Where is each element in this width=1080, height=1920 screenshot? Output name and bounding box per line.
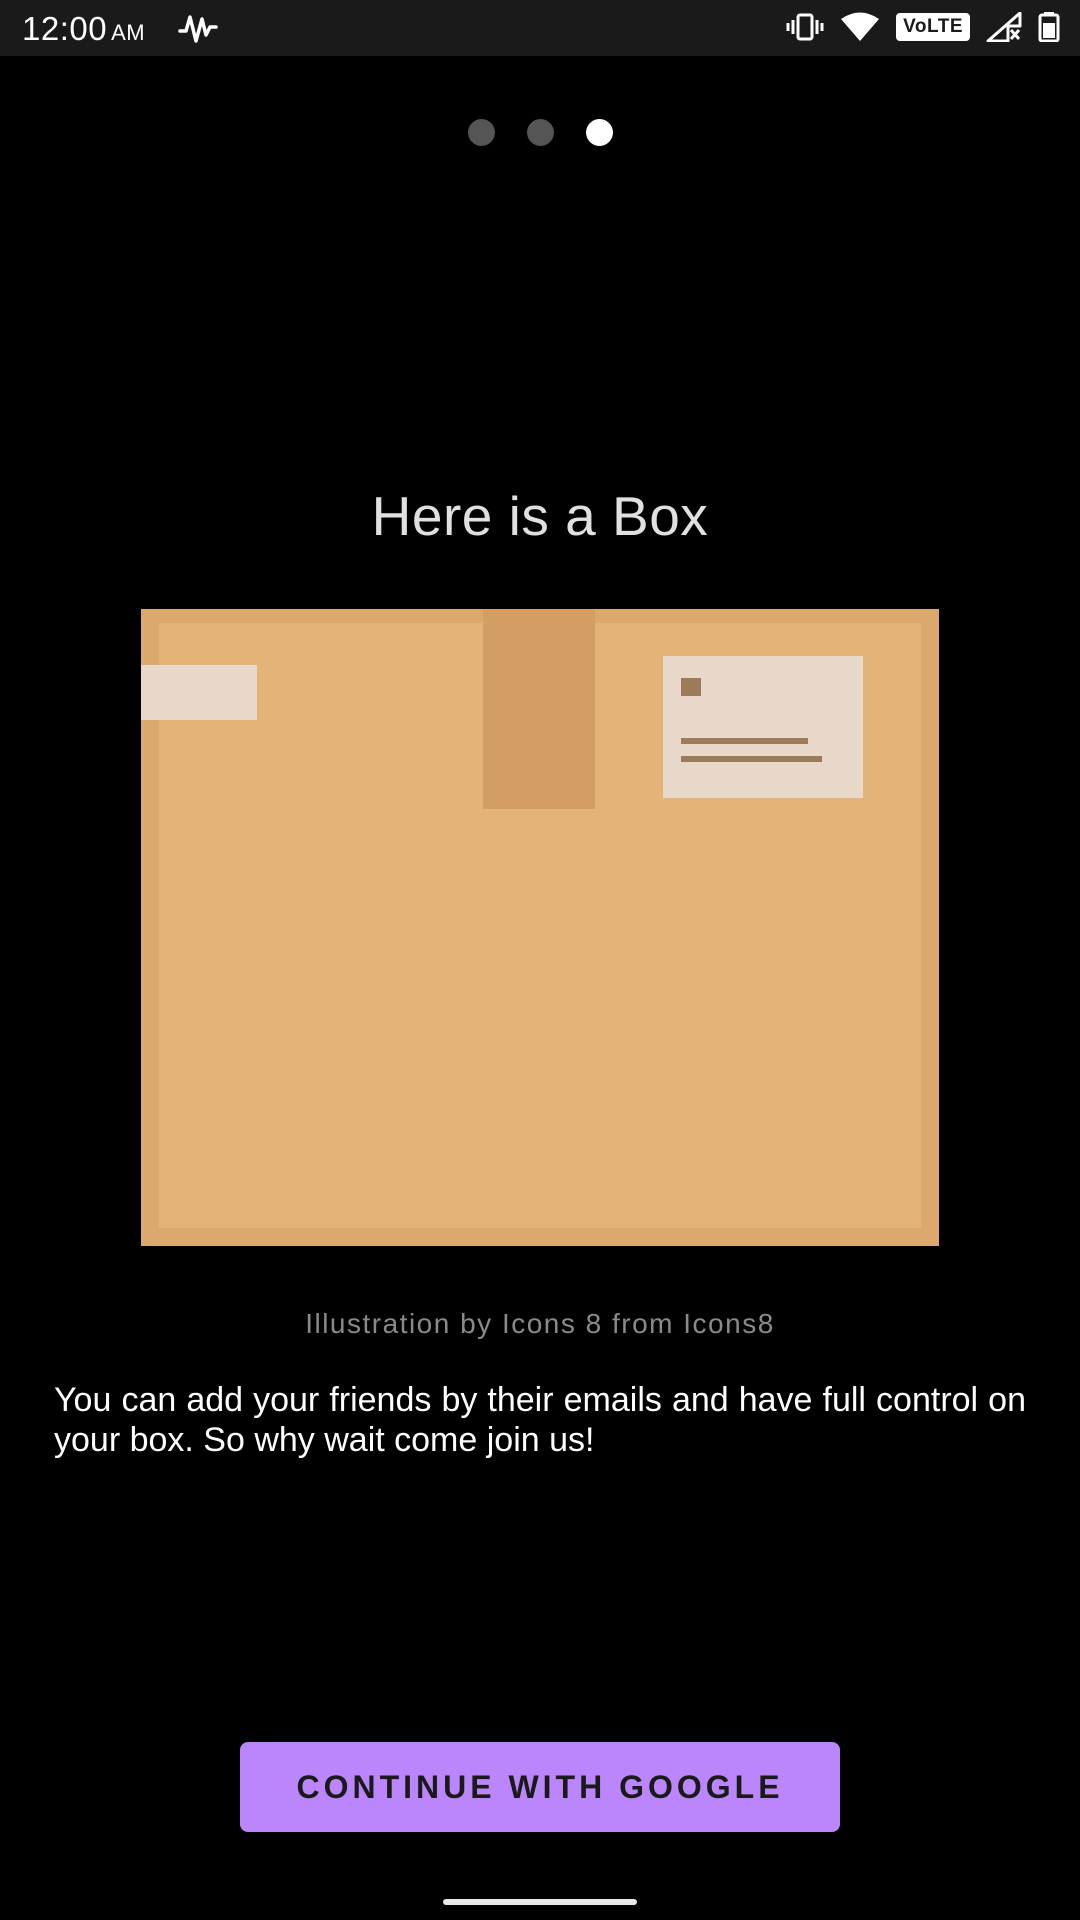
status-icons: VoLTE <box>786 12 1060 42</box>
signal-icon <box>986 12 1022 42</box>
battery-icon <box>1038 12 1060 42</box>
page-dot-2[interactable] <box>526 119 554 146</box>
vibrate-icon <box>786 13 824 41</box>
cardboard-box-icon <box>141 609 939 1246</box>
page-title: Here is a Box <box>371 485 709 547</box>
illustration-credit: Illustration by Icons 8 from Icons8 <box>305 1308 775 1339</box>
status-time-value: 12:00 <box>22 10 108 47</box>
wifi-icon <box>841 12 880 41</box>
volte-badge: VoLTE <box>896 13 970 41</box>
status-time-suffix: AM <box>111 20 146 45</box>
home-indicator[interactable] <box>443 1899 637 1905</box>
onboarding-description: You can add your friends by their emails… <box>54 1381 1026 1459</box>
wave-notification-icon <box>178 15 218 43</box>
status-time: 12:00 AM <box>22 10 145 48</box>
page-dot-1[interactable] <box>467 119 495 146</box>
page-indicator <box>0 119 1080 146</box>
continue-with-google-button[interactable]: CONTINUE WITH GOOGLE <box>240 1742 840 1832</box>
status-bar: 12:00 AM VoLTE <box>0 0 1080 56</box>
page-dot-3-active[interactable] <box>585 119 613 146</box>
